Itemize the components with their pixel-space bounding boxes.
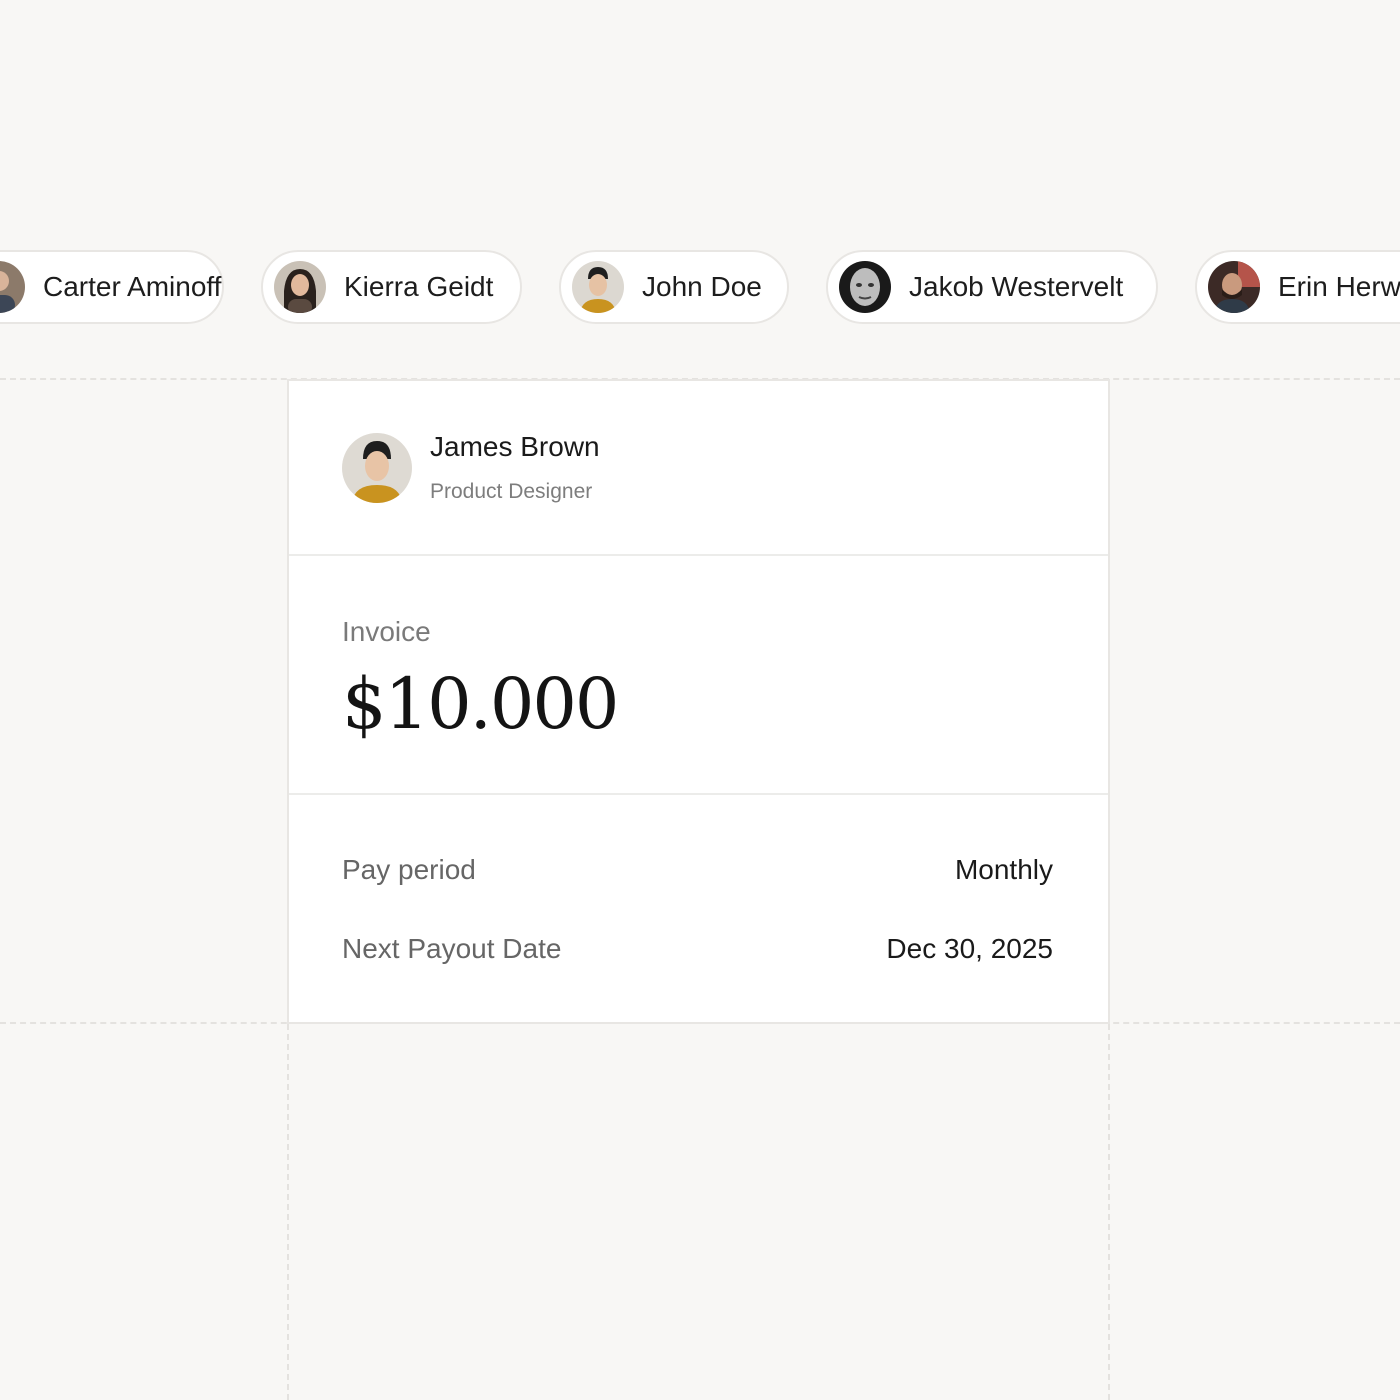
- person-name: Carter Aminoff: [43, 271, 222, 302]
- page: { "people_strip": { "people": [ {"name":…: [0, 0, 1400, 1400]
- invoice-label: Invoice: [342, 616, 431, 647]
- profile-role: Product Designer: [430, 480, 593, 503]
- person-name: Erin Herw: [1278, 271, 1400, 302]
- person-chip-kierra[interactable]: Kierra Geidt: [261, 250, 522, 324]
- pay-period-label: Pay period: [342, 854, 476, 885]
- invoice-card: James Brown Product Designer Invoice $10…: [287, 379, 1110, 1024]
- guide-line-right: [1108, 1024, 1110, 1400]
- person-chip-jakob[interactable]: Jakob Westervelt: [826, 250, 1158, 324]
- divider: [289, 554, 1108, 556]
- next-payout-label: Next Payout Date: [342, 933, 562, 964]
- avatar: [839, 261, 891, 313]
- divider: [289, 793, 1108, 795]
- avatar: [274, 261, 326, 313]
- avatar: [0, 261, 25, 313]
- next-payout-value: Dec 30, 2025: [886, 933, 1053, 964]
- person-chip-john[interactable]: John Doe: [559, 250, 789, 324]
- guide-line-left: [287, 1024, 289, 1400]
- person-chip-carter[interactable]: Carter Aminoff: [0, 250, 224, 324]
- person-name: Kierra Geidt: [344, 271, 494, 302]
- pay-period-value: Monthly: [954, 854, 1053, 885]
- person-chip-erin[interactable]: Erin Herw: [1195, 250, 1400, 324]
- profile-avatar: [342, 433, 412, 503]
- invoice-amount: $10.000: [342, 663, 619, 745]
- avatar: [572, 261, 624, 313]
- person-name: John Doe: [642, 271, 762, 302]
- person-name: Jakob Westervelt: [909, 271, 1124, 302]
- profile-name: James Brown: [430, 431, 600, 462]
- avatar: [1208, 261, 1260, 313]
